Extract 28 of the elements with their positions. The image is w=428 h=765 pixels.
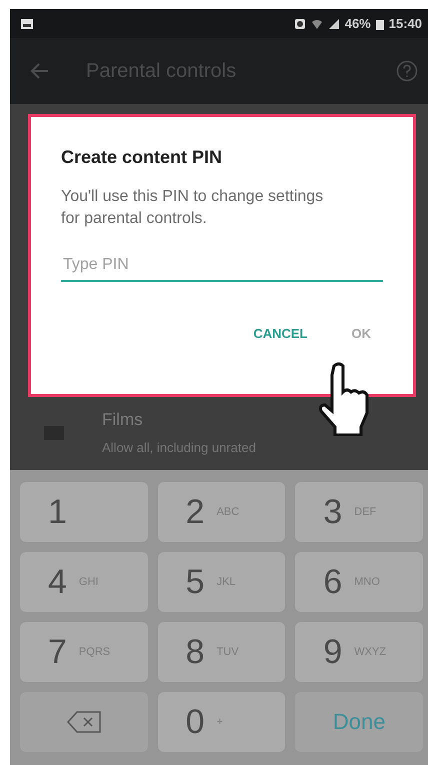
dialog-button[interactable]: CANCEL [251,322,310,345]
keypad-key[interactable]: 1 [20,482,148,542]
key-digit: 9 [323,632,342,672]
dialog-message: You'll use this PIN to change settings for parental controls. [61,187,324,229]
backspace-icon [66,711,101,733]
battery-icon [376,18,384,30]
key-digit: 7 [48,632,67,672]
back-arrow-icon[interactable] [30,61,50,81]
battery-percentage: 46% [344,16,371,31]
key-digit: 5 [186,562,205,602]
key-digit: 6 [323,562,342,602]
alarm-icon [294,18,306,30]
key-digit: 2 [186,492,205,532]
key-digit: 8 [186,632,205,672]
keypad-key[interactable]: 0 + [158,692,286,752]
key-digit: 0 [186,702,205,742]
status-time: 15:40 [388,16,422,31]
image-icon [20,18,34,30]
dialog-title: Create content PIN [61,147,224,168]
wifi-icon [310,18,323,30]
list-item-title: Films [102,410,144,430]
backspace-key[interactable] [20,692,148,752]
key-digit: 3 [323,492,342,532]
key-digit: 1 [48,492,67,532]
help-icon[interactable] [396,60,418,82]
key-letters: + [216,716,224,728]
signal-icon [328,18,340,30]
key-digit: 4 [48,562,67,602]
